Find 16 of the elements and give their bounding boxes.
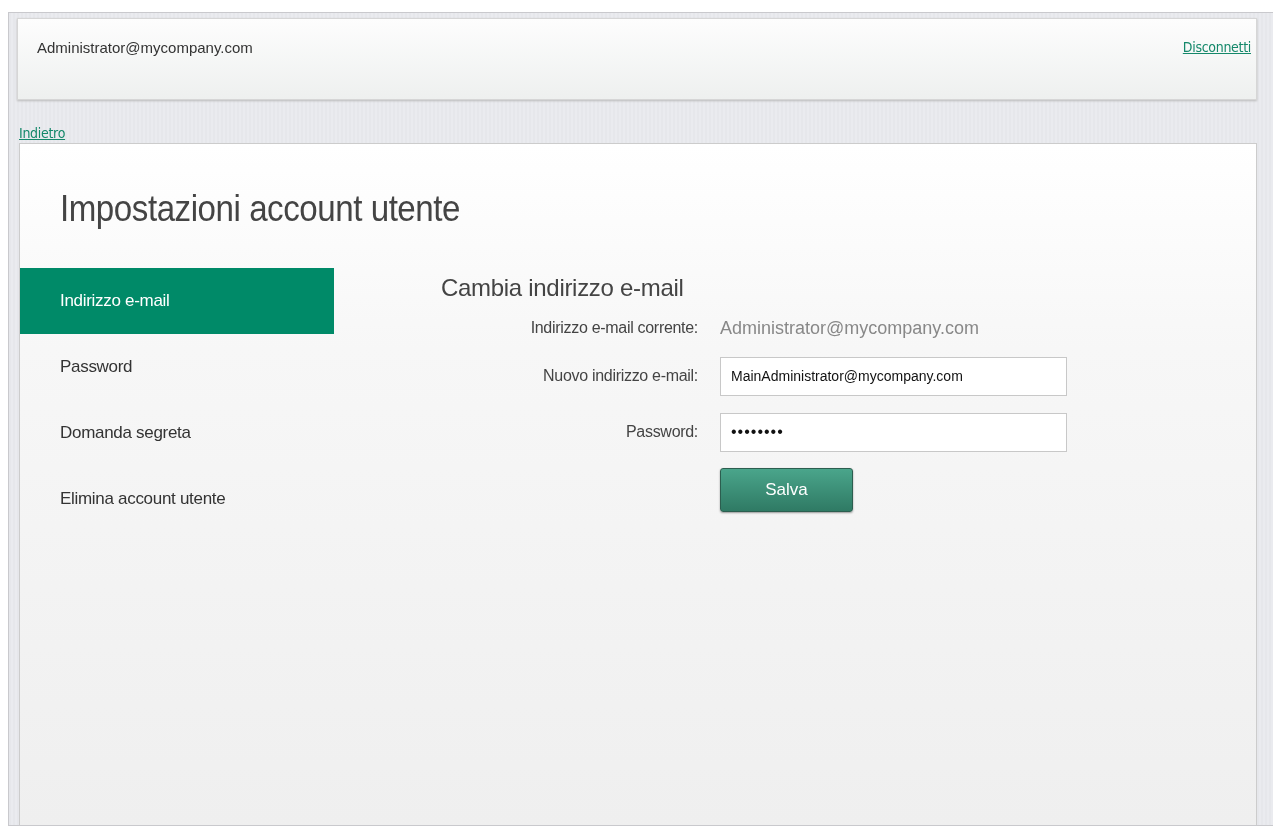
user-email: Administrator@mycompany.com [37,39,253,56]
field-label: Indirizzo e-mail corrente: [529,319,698,337]
field-label: Nuovo indirizzo e-mail: [542,367,698,385]
password-field[interactable]: •••••••• [720,412,1067,452]
sidebar-item[interactable]: Password [20,334,334,400]
page-title: Impostazioni account utente [60,188,461,230]
logout-link[interactable]: Disconnetti [1182,39,1251,55]
sidebar-item[interactable]: Elimina account utente [20,466,334,532]
field-label: Password: [625,423,698,441]
sidebar-item[interactable]: Indirizzo e-mail [20,268,334,334]
sidebar-item[interactable]: Domanda segreta [20,400,334,466]
current-email: Administrator@mycompany.com [720,317,979,339]
form-title: Cambia indirizzo e-mail [441,274,685,302]
back-link[interactable]: Indietro [19,125,66,141]
email-field[interactable]: MainAdministrator@mycompany.com [720,356,1067,396]
save-button[interactable]: Salva [720,468,853,512]
